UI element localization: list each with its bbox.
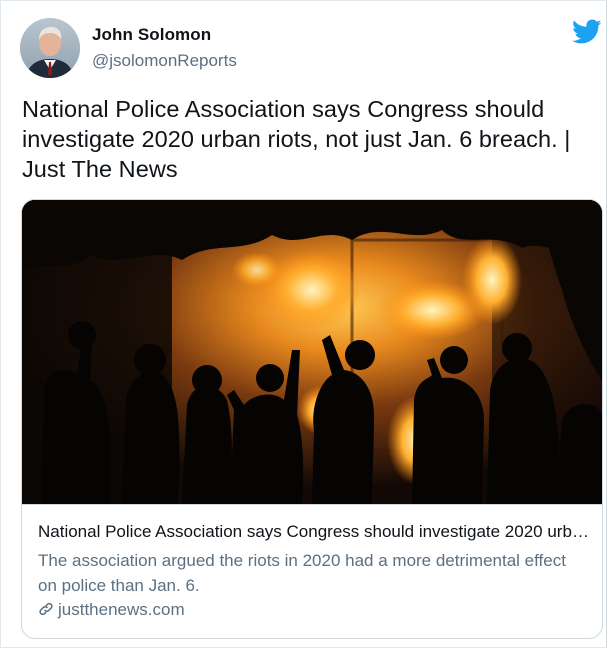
article-image (22, 200, 602, 504)
link-icon (38, 601, 54, 622)
card-description: The association argued the riots in 2020… (38, 551, 566, 595)
tweet-text: National Police Association says Congres… (22, 96, 571, 182)
card-domain-text[interactable]: justthenews.com (58, 600, 185, 619)
card-domain[interactable]: justthenews.com (38, 600, 185, 622)
avatar[interactable] (20, 18, 80, 78)
author-name[interactable]: John Solomon (92, 25, 211, 45)
author-handle[interactable]: @jsolomonReports (92, 51, 237, 71)
link-preview-card[interactable]: National Police Association says Congres… (21, 199, 603, 639)
card-title[interactable]: National Police Association says Congres… (38, 522, 590, 542)
card-divider (22, 504, 602, 505)
tweet-card[interactable]: John Solomon @jsolomonReports National P… (0, 0, 607, 648)
twitter-bird-icon[interactable] (572, 19, 602, 45)
